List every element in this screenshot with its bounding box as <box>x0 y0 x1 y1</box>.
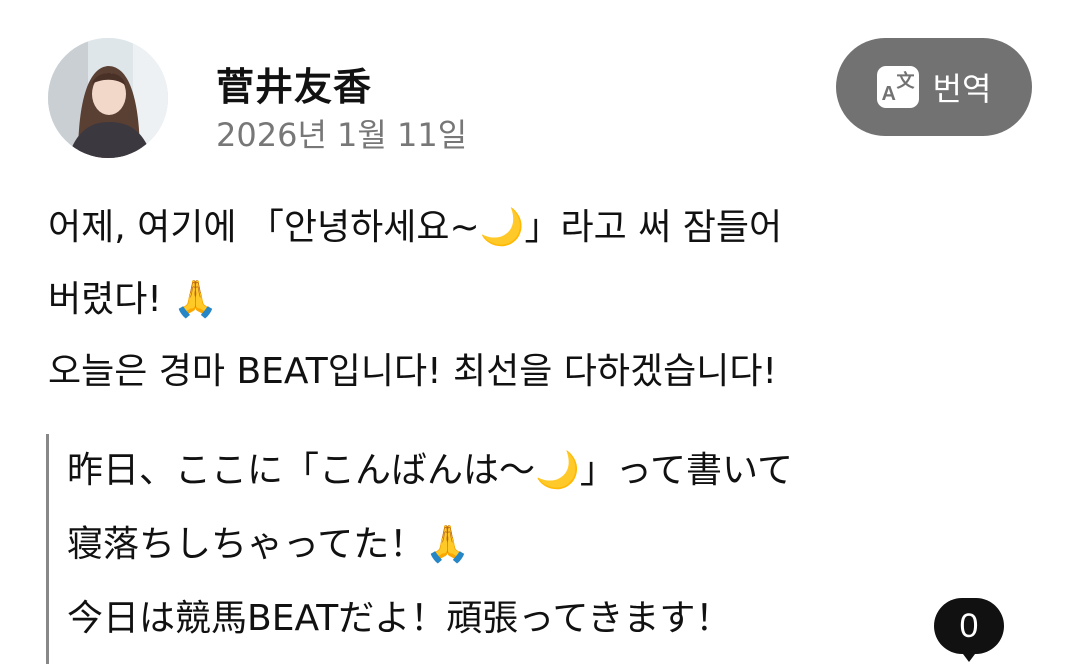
post-date: 2026년 1월 11일 <box>216 116 468 154</box>
comment-count-badge[interactable]: 0 <box>934 598 1004 654</box>
post-header: 菅井友香 2026년 1월 11일 A文 번역 <box>48 38 1032 160</box>
original-line: 昨日、ここに「こんばんは〜🌙」って書いて <box>67 450 793 491</box>
translated-text: 어제, 여기에 「안녕하세요~🌙」라고 써 잠들어 버렸다! 🙏 오늘은 경마 … <box>48 192 1038 408</box>
translate-button[interactable]: A文 번역 <box>836 38 1032 136</box>
author-name[interactable]: 菅井友香 <box>216 56 372 111</box>
original-line: 寝落ちしちゃってた！🙏 <box>67 524 471 565</box>
original-line: 今日は競馬BEATだよ！頑張ってきます！ <box>67 598 732 639</box>
avatar[interactable] <box>48 38 168 158</box>
avatar-photo <box>48 38 168 158</box>
translated-line: 버렸다! 🙏 <box>48 279 219 320</box>
translated-line: 오늘은 경마 BEAT입니다! 최선을 다하겠습니다! <box>48 351 777 392</box>
translate-icon: A文 <box>876 66 919 108</box>
translate-label: 번역 <box>932 70 992 108</box>
badge-tail <box>960 650 978 662</box>
translated-line: 어제, 여기에 「안녕하세요~🌙」라고 써 잠들어 <box>48 207 783 248</box>
original-text-quote: 昨日、ここに「こんばんは〜🌙」って書いて 寝落ちしちゃってた！🙏 今日は競馬BE… <box>46 434 1027 664</box>
